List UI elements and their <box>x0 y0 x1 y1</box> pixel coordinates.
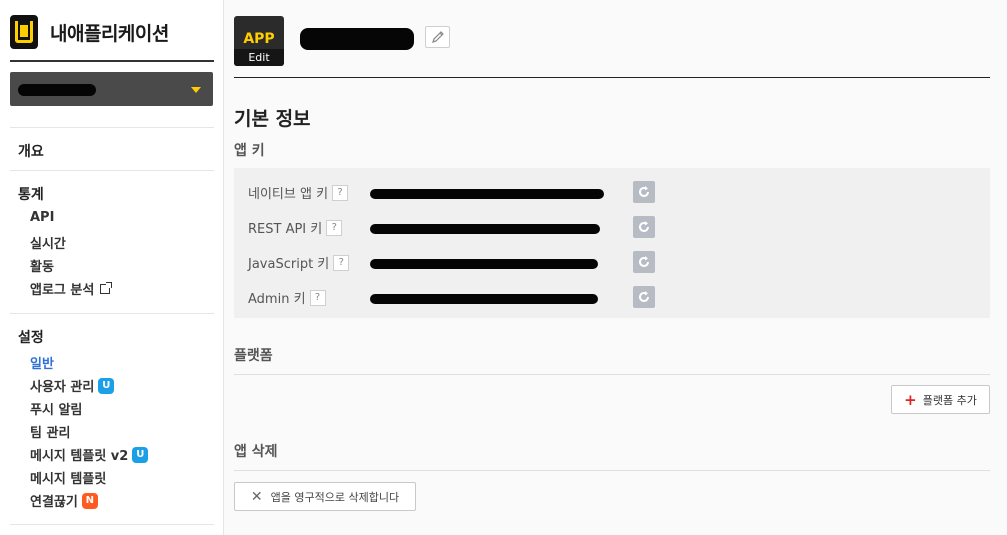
divider <box>234 374 990 375</box>
sidebar-item-general[interactable]: 일반 <box>30 353 54 372</box>
key-row-rest-api: REST API 키? <box>248 215 988 239</box>
sidebar-item-message-template-v2[interactable]: 메시지 템플릿 v2 U <box>30 445 149 464</box>
regenerate-key-button[interactable] <box>633 216 655 238</box>
close-icon: ✕ <box>250 488 263 505</box>
regenerate-key-button[interactable] <box>633 181 655 203</box>
key-row-admin: Admin 키? <box>248 285 988 309</box>
help-icon[interactable]: ? <box>332 184 349 201</box>
sidebar-item-message-template[interactable]: 메시지 템플릿 <box>30 468 106 487</box>
redacted-app-title <box>300 28 414 50</box>
sidebar-item-user-management[interactable]: 사용자 관리 U <box>30 376 115 395</box>
app-icon-label: APP <box>243 31 275 47</box>
divider <box>10 170 214 171</box>
refresh-icon <box>639 256 649 267</box>
brand-title: 내애플리케이션 <box>50 22 169 45</box>
divider <box>10 127 214 128</box>
refresh-icon <box>639 221 649 232</box>
redacted-key-value <box>370 189 604 199</box>
regenerate-key-button[interactable] <box>633 251 655 273</box>
sidebar-item-applog-analysis[interactable]: 앱로그 분석 <box>30 279 113 298</box>
sidebar-item-overview[interactable]: 개요 <box>18 141 44 161</box>
redacted-key-value <box>370 259 598 269</box>
help-icon[interactable]: ? <box>333 254 350 271</box>
key-row-javascript: JavaScript 키? <box>248 250 988 274</box>
refresh-icon <box>639 186 649 197</box>
edit-app-name-button[interactable] <box>425 26 450 48</box>
key-label: 네이티브 앱 키 <box>248 187 329 202</box>
app-selector-dropdown[interactable] <box>10 72 213 106</box>
divider <box>10 524 214 525</box>
app-icon[interactable]: APP Edit <box>234 16 284 66</box>
help-icon[interactable]: ? <box>326 219 343 236</box>
sidebar-heading-settings: 설정 <box>18 330 44 346</box>
brand-header[interactable]: 내애플리케이션 <box>10 12 214 52</box>
chevron-down-icon <box>191 87 201 93</box>
add-platform-button[interactable]: + 플랫폼 추가 <box>891 385 990 414</box>
app-icon-edit-button[interactable]: Edit <box>234 49 284 66</box>
platform-heading: 플랫폼 <box>234 348 273 364</box>
refresh-icon <box>639 291 649 302</box>
sidebar-item-team-management[interactable]: 팀 관리 <box>30 422 70 441</box>
sidebar: 내애플리케이션 개요 통계 API 실시간 활동 앱로그 분석 설정 일반 사용… <box>0 0 224 535</box>
key-label: Admin 키 <box>248 292 306 307</box>
new-badge: N <box>81 492 98 509</box>
sidebar-heading-stats: 통계 <box>18 187 44 203</box>
sidebar-item-api[interactable]: API <box>30 210 54 225</box>
section-title: 기본 정보 <box>234 108 311 130</box>
pencil-icon <box>432 31 444 43</box>
redacted-key-value <box>370 294 598 304</box>
divider <box>10 313 214 314</box>
divider <box>234 77 990 78</box>
redacted-app-name <box>18 84 96 96</box>
external-link-icon <box>100 281 113 294</box>
sidebar-item-activity[interactable]: 활동 <box>30 256 54 275</box>
delete-app-button[interactable]: ✕ 앱을 영구적으로 삭제합니다 <box>234 482 416 511</box>
sidebar-item-realtime[interactable]: 실시간 <box>30 233 66 252</box>
sidebar-item-unlink[interactable]: 연결끊기 N <box>30 491 98 510</box>
key-label: JavaScript 키 <box>248 257 330 272</box>
help-icon[interactable]: ? <box>309 289 326 306</box>
key-label: REST API 키 <box>248 222 323 237</box>
update-badge: U <box>98 377 115 394</box>
redacted-key-value <box>370 224 600 234</box>
brand-logo-icon <box>10 15 40 49</box>
regenerate-key-button[interactable] <box>633 286 655 308</box>
sidebar-item-push-notifications[interactable]: 푸시 알림 <box>30 399 82 418</box>
update-badge: U <box>132 446 149 463</box>
divider <box>10 60 214 62</box>
divider <box>234 470 990 471</box>
plus-icon: + <box>904 390 917 409</box>
main-content: APP Edit 기본 정보 앱 키 네이티브 앱 키? REST API 키?… <box>224 0 1007 535</box>
key-row-native: 네이티브 앱 키? <box>248 180 988 204</box>
app-key-heading: 앱 키 <box>234 143 265 159</box>
delete-app-heading: 앱 삭제 <box>234 444 278 460</box>
app-key-panel: 네이티브 앱 키? REST API 키? JavaScript 키? Admi… <box>234 168 990 318</box>
add-platform-label: 플랫폼 추가 <box>922 393 977 407</box>
delete-app-label: 앱을 영구적으로 삭제합니다 <box>270 490 400 504</box>
